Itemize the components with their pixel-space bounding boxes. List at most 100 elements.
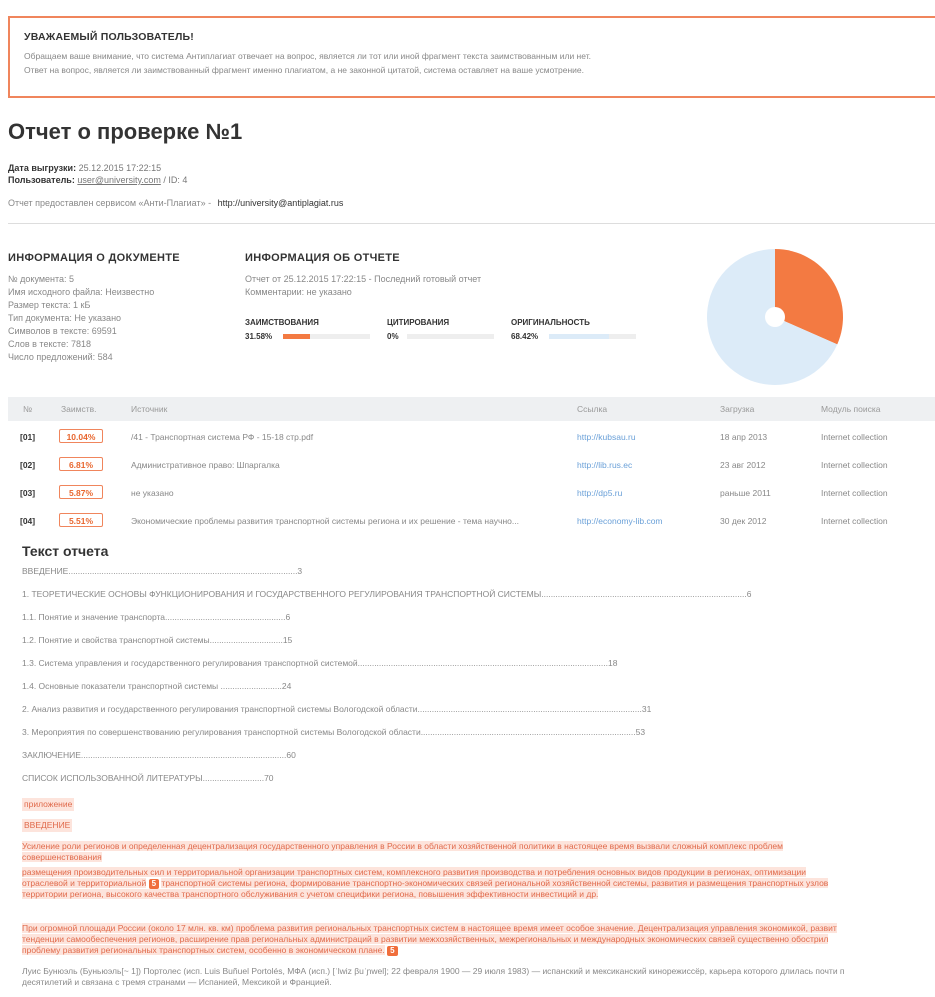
table-row[interactable]: [03] 5.87% не указано http://dp5.ru рань… xyxy=(8,479,935,507)
metric-bar xyxy=(407,334,494,339)
toc-line: ВВЕДЕНИЕ................................… xyxy=(22,566,303,576)
table-row[interactable]: [01] 10.04% /41 - Транспортная система Р… xyxy=(8,423,935,451)
toc-line: 3. Мероприятия по совершенствованию регу… xyxy=(22,727,646,737)
toc-line: 1.2. Понятие и свойства транспортной сис… xyxy=(22,635,293,645)
highlighted-fragment: проблему развития региональных транспорт… xyxy=(22,945,385,955)
source-marker[interactable]: 5 xyxy=(387,946,398,956)
plain-text-line: десятилетий и связана с тремя странами —… xyxy=(22,977,332,987)
report-info-heading: ИНФОРМАЦИЯ ОБ ОТЧЕТЕ xyxy=(245,252,400,264)
highlighted-fragment: территории региона, высокого качества тр… xyxy=(22,889,599,899)
highlighted-fragment: размещения производительных сил и террит… xyxy=(22,867,806,877)
borrowing-badge: 10.04% xyxy=(59,429,103,443)
report-info-text: Отчет от 25.12.2015 17:22:15 - Последний… xyxy=(245,273,481,299)
report-meta: Дата выгрузки: 25.12.2015 17:22:15 Польз… xyxy=(8,162,187,186)
col-header-upload: Загрузка xyxy=(720,404,755,414)
pie-center-hole xyxy=(765,307,785,327)
source-name: Экономические проблемы развития транспор… xyxy=(131,516,519,526)
highlighted-fragment: При огромной площади России (около 17 мл… xyxy=(22,923,837,933)
export-date-label: Дата выгрузки: xyxy=(8,163,77,173)
user-label: Пользователь: xyxy=(8,175,75,185)
borrowing-badge: 6.81% xyxy=(59,457,103,471)
report-info-comment: Комментарии: не указано xyxy=(245,287,352,297)
doc-info-line: Размер текста: 1 кБ xyxy=(8,300,91,310)
col-header-borrowing: Заимств. xyxy=(61,404,97,414)
row-number: [04] xyxy=(20,516,36,526)
notice-line-2: Ответ на вопрос, является ли заимствован… xyxy=(24,65,585,75)
col-header-source: Источник xyxy=(131,404,168,414)
row-number: [02] xyxy=(20,460,36,470)
toc-line: 1.1. Понятие и значение транспорта......… xyxy=(22,612,291,622)
doc-info-heading: ИНФОРМАЦИЯ О ДОКУМЕНТЕ xyxy=(8,252,180,264)
highlighted-fragment: тенденции самообеспечения регионов, расш… xyxy=(22,934,829,944)
highlighted-fragment: ВВЕДЕНИЕ xyxy=(22,819,73,832)
col-header-num: № xyxy=(23,404,33,414)
metric-bar-fill xyxy=(549,334,609,339)
text-paragraph: Усиление роли регионов и определенная де… xyxy=(22,841,935,863)
source-link[interactable]: http://dp5.ru xyxy=(577,479,622,507)
toc-line: 1. ТЕОРЕТИЧЕСКИЕ ОСНОВЫ ФУНКЦИОНИРОВАНИЯ… xyxy=(22,589,752,599)
doc-info-line: Символов в тексте: 69591 xyxy=(8,326,117,336)
upload-date: 23 авг 2012 xyxy=(720,460,766,470)
table-row[interactable]: [02] 6.81% Административное право: Шпарг… xyxy=(8,451,935,479)
metric-bar xyxy=(549,334,636,339)
highlighted-fragment: совершенствования xyxy=(22,852,102,862)
search-module: Internet collection xyxy=(821,432,888,442)
metric-bar xyxy=(283,334,370,339)
originality-pie-chart xyxy=(707,249,843,385)
notice-box: УВАЖАЕМЫЙ ПОЛЬЗОВАТЕЛЬ! Обращаем ваше вн… xyxy=(8,16,935,98)
table-row[interactable]: [04] 5.51% Экономические проблемы развит… xyxy=(8,507,935,535)
source-name: Административное право: Шпаргалка xyxy=(131,460,280,470)
toc-line: 1.4. Основные показатели транспортной си… xyxy=(22,681,292,691)
row-number: [01] xyxy=(20,432,36,442)
notice-title: УВАЖАЕМЫЙ ПОЛЬЗОВАТЕЛЬ! xyxy=(24,31,195,43)
text-paragraph: При огромной площади России (около 17 мл… xyxy=(22,923,935,956)
provided-url: http://university@antiplagiat.rus xyxy=(217,198,344,208)
metric-label: ОРИГИНАЛЬНОСТЬ xyxy=(511,318,590,327)
doc-info-line: № документа: 5 xyxy=(8,274,75,284)
export-date: 25.12.2015 17:22:15 xyxy=(78,163,162,173)
toc-line: ЗАКЛЮЧЕНИЕ..............................… xyxy=(22,750,296,760)
notice-line-1: Обращаем ваше внимание, что система Анти… xyxy=(24,51,592,61)
toc-line: 2. Анализ развития и государственного ре… xyxy=(22,704,652,714)
source-link[interactable]: http://kubsau.ru xyxy=(577,423,636,451)
toc-line: СПИСОК ИСПОЛЬЗОВАННОЙ ЛИТЕРАТУРЫ........… xyxy=(22,773,274,783)
metric-bar-fill xyxy=(283,334,311,339)
report-text-title: Текст отчета xyxy=(22,543,109,559)
borrowing-badge: 5.87% xyxy=(59,485,103,499)
page-title: Отчет о проверке №1 xyxy=(8,119,243,144)
source-link[interactable]: http://lib.rus.ec xyxy=(577,451,632,479)
borrowing-badge: 5.51% xyxy=(59,513,103,527)
metric-citations: ЦИТИРОВАНИЯ 0% xyxy=(387,318,494,341)
doc-info-line: Имя исходного файла: Неизвестно xyxy=(8,287,155,297)
metric-borrowed: ЗАИМСТВОВАНИЯ 31.58% xyxy=(245,318,370,341)
metric-label: ЗАИМСТВОВАНИЯ xyxy=(245,318,319,327)
doc-info-line: Слов в тексте: 7818 xyxy=(8,339,92,349)
source-name: не указано xyxy=(131,488,174,498)
user-id: / ID: 4 xyxy=(163,175,188,185)
doc-info-line: Тип документа: Не указано xyxy=(8,313,122,323)
highlighted-fragment: транспортной системы региона, формирован… xyxy=(161,878,829,888)
col-header-link: Ссылка xyxy=(577,404,608,414)
metric-value: 31.58% xyxy=(245,332,273,341)
plain-text-line: Луис Бунюэль (Буньюэль[~ 1]) Портолес (и… xyxy=(22,966,845,976)
source-marker[interactable]: 5 xyxy=(148,879,160,889)
divider xyxy=(8,223,935,224)
text-paragraph: Луис Бунюэль (Буньюэль[~ 1]) Портолес (и… xyxy=(22,966,935,988)
upload-date: 30 дек 2012 xyxy=(720,516,767,526)
metric-value: 0% xyxy=(387,332,399,341)
sources-table-header: № Заимств. Источник Ссылка Загрузка Моду… xyxy=(8,397,935,421)
search-module: Internet collection xyxy=(821,516,888,526)
source-link[interactable]: http://economy-lib.com xyxy=(577,507,663,535)
metric-label: ЦИТИРОВАНИЯ xyxy=(387,318,450,327)
highlighted-fragment: отраслевой и территориальной xyxy=(22,878,147,888)
col-header-module: Модуль поиска xyxy=(821,404,881,414)
source-name: /41 - Транспортная система РФ - 15-18 ст… xyxy=(131,432,314,442)
provided-text: Отчет предоставлен сервисом «Анти-Плагиа… xyxy=(8,198,212,208)
toc-line: 1.3. Система управления и государственно… xyxy=(22,658,618,668)
doc-info-list: № документа: 5 Имя исходного файла: Неиз… xyxy=(8,273,154,364)
user-email-link[interactable]: user@university.com xyxy=(77,175,161,185)
search-module: Internet collection xyxy=(821,460,888,470)
upload-date: раньше 2011 xyxy=(720,488,771,498)
search-module: Internet collection xyxy=(821,488,888,498)
doc-info-line: Число предложений: 584 xyxy=(8,352,113,362)
